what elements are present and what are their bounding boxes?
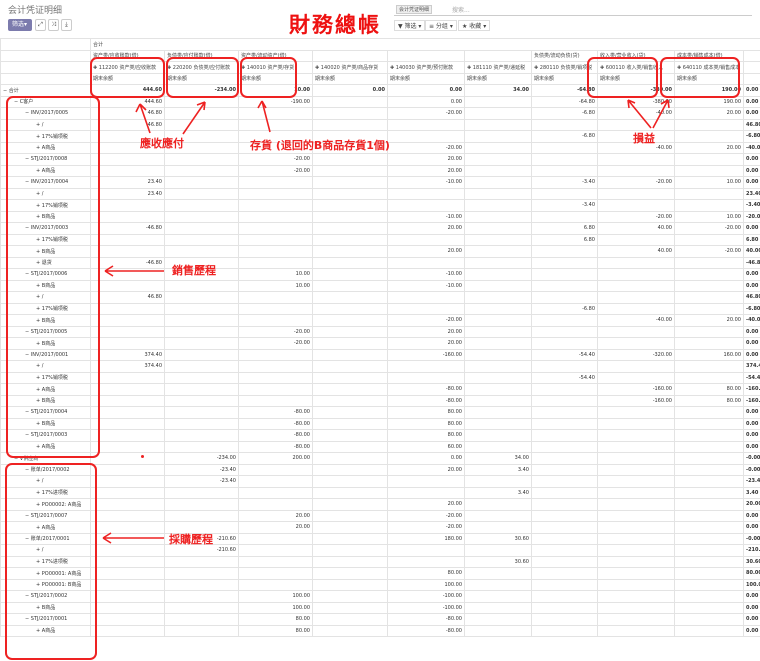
annotation-ar-ap: 應收應付 <box>140 137 184 150</box>
annotation-inventory: 存貨 (退回的B商品存貨1個) <box>250 139 390 152</box>
annotation-arrows <box>102 99 670 544</box>
annotation-sales: 銷售歷程 <box>172 264 216 277</box>
annotation-pl: 損益 <box>633 132 655 145</box>
annotation-purchase: 採購歷程 <box>169 533 213 546</box>
